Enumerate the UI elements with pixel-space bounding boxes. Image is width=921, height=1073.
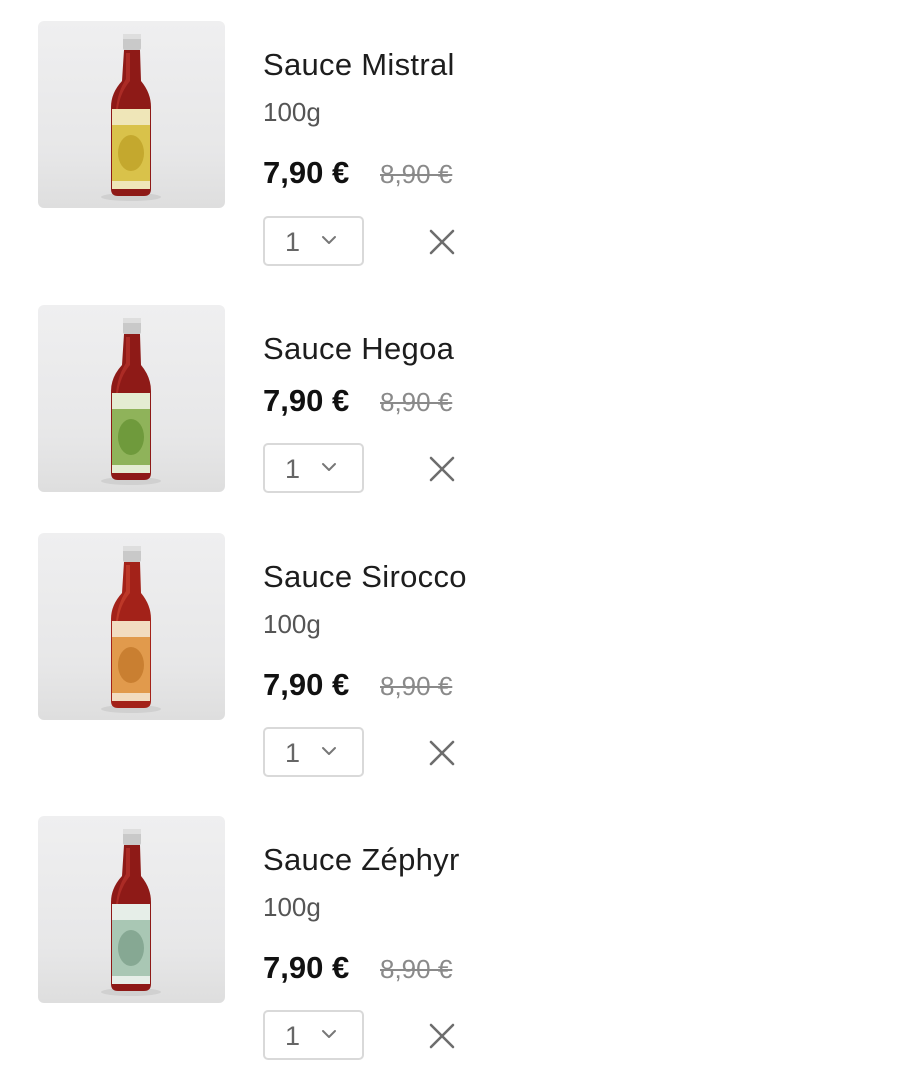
close-icon[interactable] [428,739,456,767]
product-weight: 100g [263,609,321,639]
quantity-select[interactable]: 1 [263,727,364,777]
chevron-down-icon [322,1030,336,1038]
quantity-select[interactable]: 1 [263,216,364,266]
close-icon[interactable] [428,228,456,256]
product-old-price: 8,90 € [380,671,453,701]
sauce-bottle-image [101,318,161,485]
product-image-zephyr[interactable] [38,816,225,1003]
product-name[interactable]: Sauce Mistral [263,47,455,83]
quantity-select[interactable]: 1 [263,443,364,493]
product-price: 7,90 € [263,950,350,985]
chevron-down-icon [322,463,336,471]
sauce-bottle-image [101,829,161,996]
product-name[interactable]: Sauce Hegoa [263,331,454,367]
product-price: 7,90 € [263,383,350,418]
chevron-down-icon [322,747,336,755]
sauce-bottle-image [101,546,161,713]
quantity-value: 1 [285,227,301,257]
quantity-value: 1 [285,738,301,768]
product-old-price: 8,90 € [380,159,453,189]
product-image-sirocco[interactable] [38,533,225,720]
chevron-down-icon [322,236,336,244]
product-weight: 100g [263,892,321,922]
product-old-price: 8,90 € [380,387,453,417]
product-name[interactable]: Sauce Sirocco [263,559,467,595]
quantity-value: 1 [285,1021,301,1051]
close-icon[interactable] [428,455,456,483]
product-price: 7,90 € [263,667,350,702]
close-icon[interactable] [428,1022,456,1050]
product-price: 7,90 € [263,155,350,190]
product-old-price: 8,90 € [380,954,453,984]
product-image-hegoa[interactable] [38,305,225,492]
product-name[interactable]: Sauce Zéphyr [263,842,460,878]
quantity-select[interactable]: 1 [263,1010,364,1060]
product-image-mistral[interactable] [38,21,225,208]
product-weight: 100g [263,97,321,127]
sauce-bottle-image [101,34,161,201]
quantity-value: 1 [285,454,301,484]
